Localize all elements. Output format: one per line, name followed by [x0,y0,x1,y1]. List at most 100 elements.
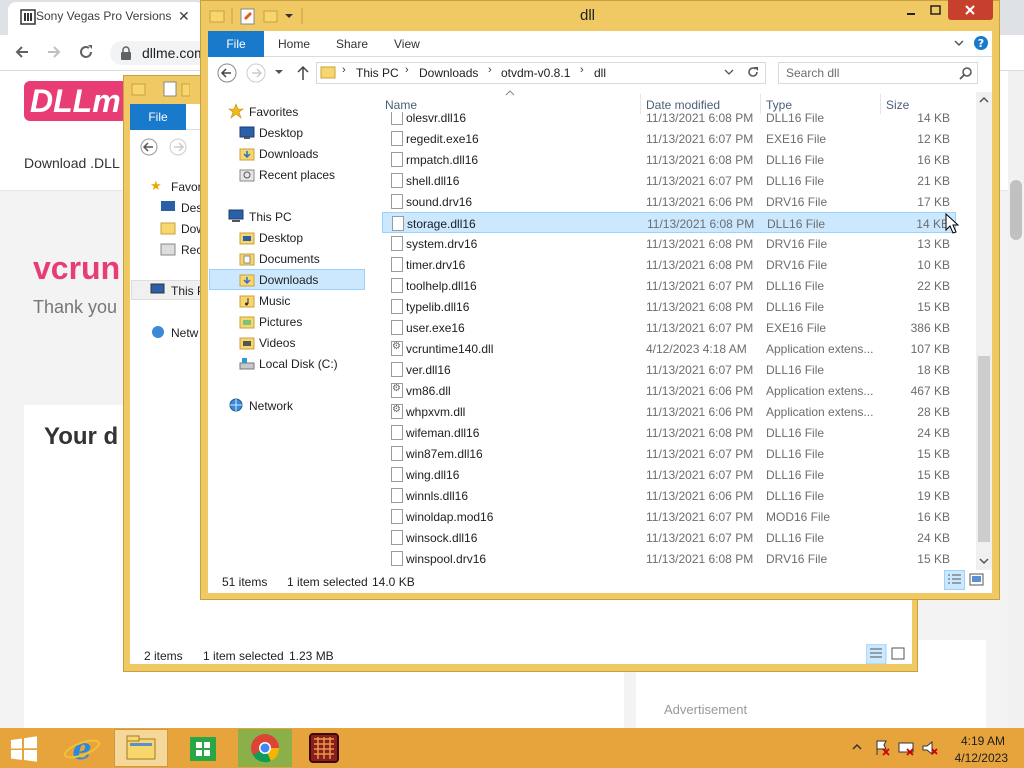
view-tab[interactable]: View [394,37,420,51]
clock-date[interactable]: 4/12/2023 [948,751,1008,765]
file-row[interactable]: timer.drv16 11/13/2021 6:08 PM DRV16 File 1… [382,254,956,275]
tab-close-icon[interactable]: ✕ [178,8,190,25]
nav-fav-downloads[interactable]: Downloads [259,147,318,161]
file-row[interactable]: whpxvm.dll 11/13/2021 6:06 PM Application … [382,401,956,422]
breadcrumb-dll[interactable]: dll [594,66,606,80]
file-row[interactable]: vcruntime140.dll 4/12/2023 4:18 AM Applica… [382,338,956,359]
app-grid-button[interactable] [298,729,352,767]
back-arrow-icon[interactable] [14,44,30,60]
forward-arrow-icon[interactable] [46,44,62,60]
nav-fav-desktop[interactable]: Desktop [259,126,303,140]
breadcrumb-otvdm[interactable]: otvdm-v0.8.1 [501,66,570,80]
back-icon[interactable] [217,63,237,83]
site-logo[interactable]: DLLm [24,81,128,121]
close-button[interactable] [948,0,993,20]
file-list-scrollbar-thumb[interactable] [978,356,990,542]
column-name[interactable]: Name [385,98,417,112]
nav-pc-downloads[interactable]: Downloads [259,273,318,287]
column-size[interactable]: Size [886,98,909,112]
file-row[interactable]: system.drv16 11/13/2021 6:08 PM DRV16 File… [382,233,956,254]
back-file-tab[interactable]: File [130,104,186,130]
internet-explorer-button[interactable]: e [55,729,109,767]
file-row[interactable]: rmpatch.dll16 11/13/2021 6:08 PM DLL16 Fil… [382,149,956,170]
chrome-button[interactable] [238,729,292,767]
recent-locations-icon[interactable] [274,67,284,77]
reload-icon[interactable] [78,44,94,60]
clock-time[interactable]: 4:19 AM [955,734,1005,748]
breadcrumb-separator-icon[interactable]: › [405,64,409,76]
breadcrumb-separator-icon[interactable]: › [342,64,346,76]
column-divider[interactable] [880,94,881,114]
thanks-text: Thank you [33,297,118,317]
file-row[interactable]: toolhelp.dll16 11/13/2021 6:07 PM DLL16 Fi… [382,275,956,296]
file-row[interactable]: ver.dll16 11/13/2021 6:07 PM DLL16 File 18 … [382,359,956,380]
refresh-icon[interactable] [746,65,760,79]
back-nav-favorites[interactable]: Favor [171,180,202,194]
nav-pc-videos[interactable]: Videos [259,336,295,350]
page-scrollbar-thumb[interactable] [1010,180,1022,240]
file-row[interactable]: winsock.dll16 11/13/2021 6:07 PM DLL16 Fil… [382,527,956,548]
nav-pc-music[interactable]: Music [259,294,290,308]
expand-ribbon-icon[interactable] [952,36,966,50]
windows-start-icon[interactable] [10,736,38,762]
nav-favorites[interactable]: Favorites [249,105,298,119]
nav-network[interactable]: Network [249,399,293,413]
file-row[interactable]: wifeman.dll16 11/13/2021 6:08 PM DLL16 Fil… [382,422,956,443]
file-row[interactable]: winnls.dll16 11/13/2021 6:06 PM DLL16 File… [382,485,956,506]
file-row[interactable]: user.exe16 11/13/2021 6:07 PM EXE16 File 38… [382,317,956,338]
file-row[interactable]: regedit.exe16 11/13/2021 6:07 PM EXE16 Fil… [382,128,956,149]
store-button[interactable] [176,729,230,767]
minimize-button[interactable] [898,0,924,20]
file-tab[interactable]: File [208,31,264,57]
help-icon[interactable]: ? [973,35,989,51]
file-explorer-button[interactable] [114,729,168,767]
file-row[interactable]: winoldap.mod16 11/13/2021 6:07 PM MOD16 Fi… [382,506,956,527]
back-details-view-icon[interactable] [866,644,910,664]
back-nav-network[interactable]: Netw [171,326,198,340]
share-tab[interactable]: Share [336,37,368,51]
nav-this-pc[interactable]: This PC [249,210,292,224]
file-row[interactable]: shell.dll16 11/13/2021 6:07 PM DLL16 File 2… [382,170,956,191]
scroll-up-icon[interactable] [978,94,990,106]
maximize-button[interactable] [924,0,948,20]
file-row[interactable]: vm86.dll 11/13/2021 6:06 PM Application ex… [382,380,956,401]
download-dll-link[interactable]: Download .DLL [24,155,120,171]
nav-pc-local-disk[interactable]: Local Disk (C:) [259,357,338,371]
up-arrow-icon[interactable] [295,64,311,82]
file-row[interactable]: winspool.drv16 11/13/2021 6:08 PM DRV16 Fi… [382,548,956,569]
nav-pc-desktop[interactable]: Desktop [259,231,303,245]
action-center-icon[interactable] [874,740,890,756]
file-row[interactable]: wing.dll16 11/13/2021 6:07 PM DLL16 File 15… [382,464,956,485]
breadcrumb-separator-icon[interactable]: › [580,64,584,76]
details-view-button[interactable] [944,570,966,590]
page-scrollbar[interactable] [1008,71,1024,728]
column-type[interactable]: Type [766,98,792,112]
show-hidden-icons-icon[interactable] [852,742,862,752]
back-nav-back-icon[interactable] [140,138,196,156]
file-row[interactable]: olesvr.dll16 11/13/2021 6:08 PM DLL16 Fi… [382,112,956,128]
search-icon[interactable] [959,66,973,80]
column-divider[interactable] [760,94,761,114]
scroll-down-icon[interactable] [978,555,990,567]
file-row[interactable]: typelib.dll16 11/13/2021 6:08 PM DLL16 Fil… [382,296,956,317]
column-date-modified[interactable]: Date modified [646,98,720,112]
file-row[interactable]: win87em.dll16 11/13/2021 6:07 PM DLL16 Fil… [382,443,956,464]
forward-icon[interactable] [246,63,266,83]
nav-fav-recent[interactable]: Recent places [259,168,335,182]
window-title: dll [580,7,596,24]
network-tray-icon[interactable] [898,740,914,756]
nav-pc-documents[interactable]: Documents [259,252,320,266]
file-row[interactable]: sound.drv16 11/13/2021 6:06 PM DRV16 File 1… [382,191,956,212]
column-divider[interactable] [640,94,641,114]
volume-icon[interactable] [922,740,938,756]
file-row-selected[interactable]: storage.dll16 11/13/2021 6:08 PM DLL16 Fil… [382,212,956,233]
file-type: DRV16 File [766,258,828,272]
lock-icon[interactable] [120,46,132,60]
breadcrumb-downloads[interactable]: Downloads [419,66,478,80]
large-icons-view-button[interactable] [969,573,985,587]
breadcrumb-this-pc[interactable]: This PC [356,66,399,80]
nav-pc-pictures[interactable]: Pictures [259,315,302,329]
home-tab[interactable]: Home [278,37,310,51]
address-dropdown-icon[interactable] [724,67,734,77]
breadcrumb-separator-icon[interactable]: › [488,64,492,76]
